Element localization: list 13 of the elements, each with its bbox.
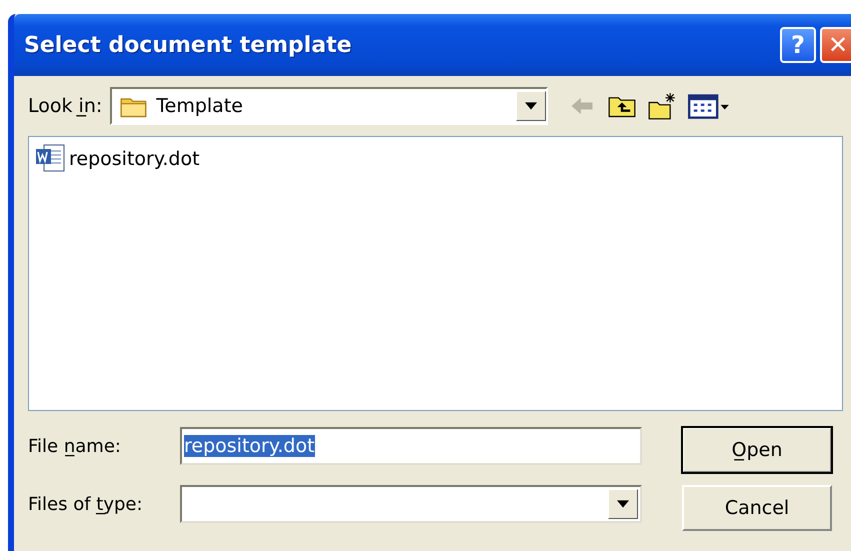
open-button[interactable]: O̲pen — [682, 427, 832, 473]
file-name-label: File n̲ame: — [28, 436, 122, 456]
file-name-field[interactable]: repository.dot — [180, 427, 642, 465]
cancel-button[interactable]: Cancel — [682, 485, 832, 531]
file-item[interactable]: repository.dot — [33, 143, 202, 175]
view-menu-icon[interactable] — [688, 92, 730, 120]
help-button[interactable]: ? — [780, 27, 816, 63]
look-in-dropdown[interactable]: Template — [110, 87, 548, 125]
window-title: Select document template — [24, 32, 352, 58]
file-type-dropdown[interactable] — [180, 485, 642, 523]
new-folder-icon[interactable] — [648, 92, 676, 120]
file-type-label: Files of t̲ype: — [28, 494, 144, 514]
look-in-label: Look i̲n: — [28, 95, 102, 117]
